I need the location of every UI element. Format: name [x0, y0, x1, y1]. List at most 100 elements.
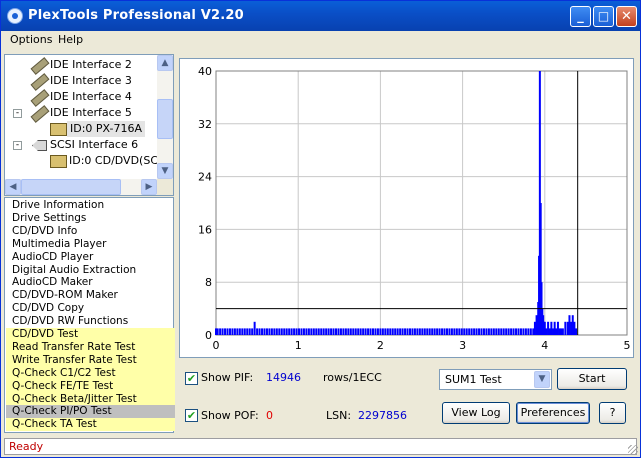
pi-error-bar — [445, 328, 448, 335]
pi-error-bar — [288, 328, 291, 335]
device-tree[interactable]: IDE Interface 2 IDE Interface 3 IDE Interf… — [4, 54, 174, 196]
tree-item[interactable]: IDE Interface 5 — [50, 105, 132, 121]
y-tick-label: 8 — [205, 276, 212, 289]
function-list[interactable]: Drive Information Drive Settings CD/DVD In… — [4, 197, 175, 433]
pi-error-bar — [436, 328, 439, 335]
preferences-button-label: Preferences — [520, 406, 586, 419]
help-button[interactable]: ? — [599, 402, 626, 424]
function-list-item[interactable]: Multimedia Player — [12, 238, 106, 251]
function-list-item[interactable]: Q-Check C1/C2 Test — [12, 367, 116, 380]
scroll-left-icon[interactable]: ◀ — [5, 179, 21, 195]
tree-horizontal-scrollbar[interactable]: ◀ ▶ — [5, 179, 157, 195]
pi-error-bar — [438, 328, 441, 335]
close-button[interactable]: ✕ — [616, 6, 637, 27]
pi-error-bar — [465, 328, 468, 335]
function-list-item[interactable]: Q-Check Beta/Jitter Test — [12, 393, 137, 406]
function-list-item[interactable]: CD/DVD Test — [12, 328, 78, 341]
function-list-item[interactable]: Write Transfer Rate Test — [12, 354, 137, 367]
pi-error-bar — [298, 328, 301, 335]
preferences-button[interactable]: Preferences — [516, 402, 590, 424]
scroll-up-icon[interactable]: ▲ — [157, 55, 173, 71]
function-list-item[interactable]: Q-Check PI/PO Test — [12, 405, 112, 418]
pi-error-bar — [293, 328, 296, 335]
tree-item[interactable]: SCSI Interface 6 — [50, 137, 138, 153]
pi-error-bar — [512, 328, 515, 335]
view-log-button[interactable]: View Log — [442, 402, 510, 424]
show-pif-label: Show PIF: — [201, 371, 254, 384]
menu-options[interactable]: Options — [10, 33, 52, 46]
function-list-item[interactable]: Digital Audio Extraction — [12, 264, 136, 277]
scroll-corner — [157, 179, 173, 195]
main-window: PlexTools Professional V2.20 _ □ ✕ Optio… — [0, 0, 641, 458]
function-list-item[interactable]: AudioCD Maker — [12, 276, 93, 289]
pi-error-bar — [487, 328, 490, 335]
x-tick-label: 1 — [295, 339, 302, 352]
function-list-item[interactable]: CD/DVD Info — [12, 225, 77, 238]
pi-error-bar — [270, 328, 273, 335]
test-type-select[interactable]: SUM1 Test ▼ — [439, 369, 552, 390]
start-button[interactable]: Start — [557, 368, 627, 390]
pi-error-bar — [228, 328, 231, 335]
function-list-item[interactable]: Drive Information — [12, 199, 104, 212]
menu-bar: Options Help — [2, 31, 639, 50]
y-tick-label: 16 — [198, 223, 212, 236]
function-list-item[interactable]: Read Transfer Rate Test — [12, 341, 135, 354]
maximize-button[interactable]: □ — [593, 6, 614, 27]
tree-item[interactable]: ID:0 PX-716A — [67, 121, 146, 137]
tree-item[interactable]: IDE Interface 3 — [50, 73, 132, 89]
tree-collapse-icon[interactable]: - — [13, 141, 22, 150]
test-type-value: SUM1 Test — [445, 373, 502, 386]
function-list-item[interactable]: Q-Check FE/TE Test — [12, 380, 113, 393]
function-list-item[interactable]: Drive Settings — [12, 212, 86, 225]
tree-item[interactable]: IDE Interface 2 — [50, 57, 132, 73]
title-bar[interactable]: PlexTools Professional V2.20 _ □ ✕ — [1, 1, 640, 31]
pof-value: 0 — [266, 409, 273, 422]
pi-error-bar — [312, 328, 315, 335]
window-title: PlexTools Professional V2.20 — [28, 8, 244, 23]
pi-error-bar — [344, 328, 347, 335]
pi-error-bar — [265, 328, 268, 335]
tree-hscroll-thumb[interactable] — [21, 179, 121, 195]
menu-help[interactable]: Help — [58, 33, 83, 46]
view-log-button-label: View Log — [451, 406, 501, 419]
pi-error-bar — [394, 328, 397, 335]
pi-error-bar — [305, 328, 308, 335]
pi-error-bar — [302, 328, 305, 335]
function-list-item[interactable]: CD/DVD-ROM Maker — [12, 289, 118, 302]
pi-error-bar — [460, 328, 463, 335]
scroll-right-icon[interactable]: ▶ — [141, 179, 157, 195]
optical-drive-icon — [50, 155, 67, 168]
tree-vscroll-thumb[interactable] — [157, 99, 173, 139]
function-list-item[interactable]: Q-Check TA Test — [12, 418, 97, 431]
pi-error-bar — [330, 328, 333, 335]
pi-error-bar — [386, 328, 389, 335]
pi-error-bar — [347, 328, 350, 335]
maximize-icon: □ — [597, 9, 610, 23]
pi-error-bar — [219, 328, 222, 335]
show-pof-checkbox[interactable]: ✔ — [185, 409, 198, 422]
pi-error-bar — [231, 328, 234, 335]
pi-error-bar — [564, 321, 567, 335]
pi-error-bar — [376, 328, 379, 335]
scroll-down-icon[interactable]: ▼ — [157, 163, 173, 179]
function-list-item[interactable]: AudioCD Player — [12, 251, 93, 264]
pi-error-bar — [391, 328, 394, 335]
tree-vertical-scrollbar[interactable]: ▲ ▼ — [157, 55, 173, 179]
pi-error-bar — [475, 328, 478, 335]
pi-error-bar — [575, 328, 578, 335]
minimize-button[interactable]: _ — [570, 6, 591, 27]
resize-grip[interactable] — [628, 445, 638, 455]
function-list-item[interactable]: CD/DVD Copy — [12, 302, 84, 315]
pi-error-bar — [352, 328, 355, 335]
tree-item[interactable]: ID:0 CD/DVD(SC — [69, 153, 158, 169]
tree-item[interactable]: IDE Interface 4 — [50, 89, 132, 105]
pi-error-bar — [522, 328, 525, 335]
chevron-down-icon[interactable]: ▼ — [534, 371, 550, 388]
function-list-item[interactable]: CD/DVD RW Functions — [12, 315, 128, 328]
tree-collapse-icon[interactable]: - — [13, 109, 22, 118]
show-pif-checkbox[interactable]: ✔ — [185, 372, 198, 385]
pi-error-bar — [253, 321, 256, 335]
pi-error-bar — [495, 328, 498, 335]
pi-error-bar — [490, 328, 493, 335]
pi-error-bar — [275, 328, 278, 335]
